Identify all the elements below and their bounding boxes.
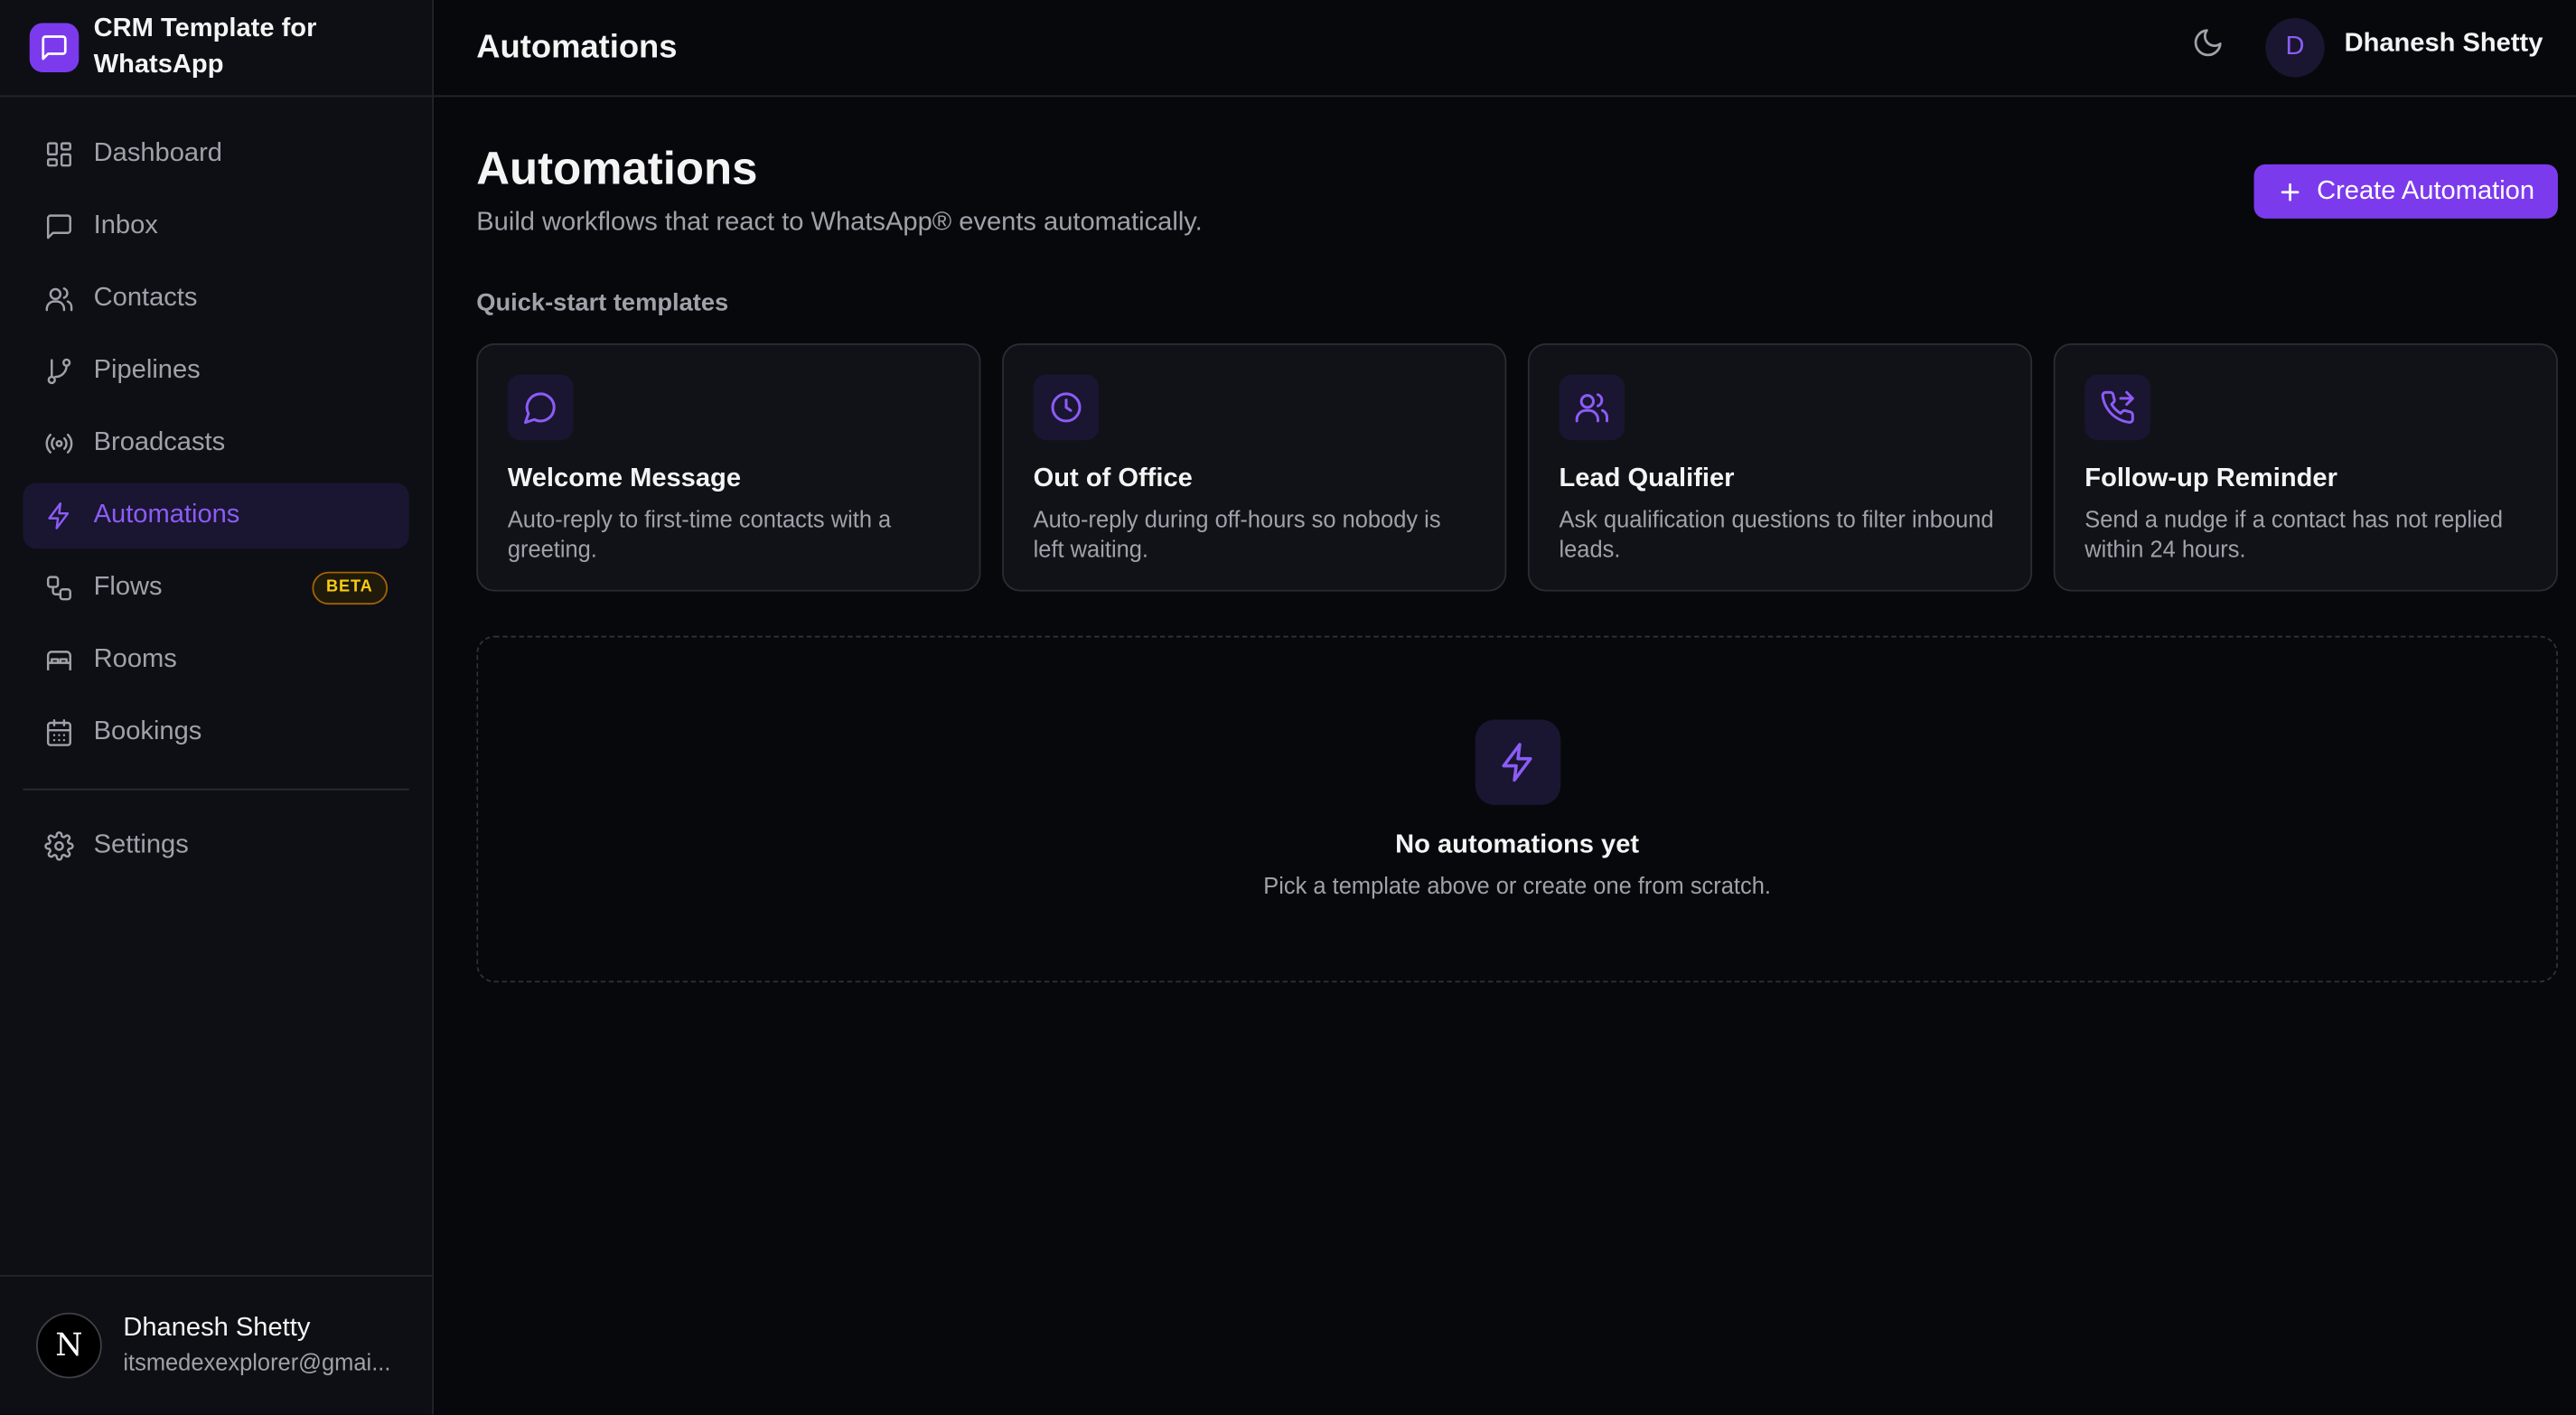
template-title: Follow-up Reminder <box>2084 464 2337 493</box>
sidebar-item-label: Broadcasts <box>93 428 226 457</box>
workflow-icon <box>44 574 74 604</box>
template-title: Lead Qualifier <box>1559 464 1735 493</box>
users-icon <box>1559 374 1625 441</box>
phone-forwarded-icon <box>2084 374 2151 441</box>
template-grid: Welcome Message Auto-reply to first-time… <box>476 343 2558 592</box>
user-info: Dhanesh Shetty itsmedexexplorer@gmai... <box>123 1313 394 1379</box>
sidebar-item-label: Contacts <box>93 284 198 313</box>
create-automation-button[interactable]: Create Automation <box>2253 164 2558 219</box>
template-title: Out of Office <box>1033 464 1193 493</box>
sidebar-item-label: Rooms <box>93 645 177 674</box>
sidebar-item-label: Dashboard <box>93 139 222 168</box>
template-card-follow-up-reminder[interactable]: Follow-up Reminder Send a nudge if a con… <box>2053 343 2558 592</box>
sidebar-item-label: Settings <box>93 831 189 859</box>
template-description: Ask qualification questions to filter in… <box>1559 506 1994 562</box>
header-title: Automations <box>476 28 678 65</box>
brand-name: CRM Template for WhatsApp <box>93 14 317 80</box>
user-name: Dhanesh Shetty <box>123 1314 311 1343</box>
empty-state-subtitle: Pick a template above or create one from… <box>1263 872 1771 899</box>
sidebar-item-label: Bookings <box>93 717 202 746</box>
beta-badge: BETA <box>311 571 389 605</box>
sidebar-user-profile[interactable]: N Dhanesh Shetty itsmedexexplorer@gmai..… <box>0 1274 433 1415</box>
template-card-out-of-office[interactable]: Out of Office Auto-reply during off-hour… <box>1002 343 1507 592</box>
zap-icon <box>44 501 74 531</box>
empty-state-title: No automations yet <box>1395 831 1640 859</box>
sidebar-item-automations[interactable]: Automations <box>23 483 409 549</box>
nav-divider <box>23 788 409 791</box>
sidebar-item-label: Flows <box>93 573 163 602</box>
sidebar-item-label: Inbox <box>93 211 158 240</box>
template-card-welcome-message[interactable]: Welcome Message Auto-reply to first-time… <box>476 343 981 592</box>
gear-icon <box>44 831 74 861</box>
avatar: N <box>36 1312 102 1379</box>
template-description: Send a nudge if a contact has not replie… <box>2084 506 2504 562</box>
sidebar-item-flows[interactable]: Flows BETA <box>23 556 408 622</box>
page-title: Automations <box>476 143 758 194</box>
sidebar-item-dashboard[interactable]: Dashboard <box>23 122 408 188</box>
top-header: Automations D Dhanesh Shetty <box>434 0 2576 98</box>
layout-grid-icon <box>44 140 74 170</box>
template-title: Welcome Message <box>507 464 742 493</box>
git-branch-icon <box>44 357 74 387</box>
template-description: Auto-reply during off-hours so nobody is… <box>1033 506 1441 562</box>
sidebar: CRM Template for WhatsApp Dashboard Inbo… <box>0 0 435 1415</box>
user-email: itsmedexexplorer@gmai... <box>123 1348 391 1375</box>
plus-icon <box>2277 178 2303 204</box>
sidebar-item-bookings[interactable]: Bookings <box>23 700 408 766</box>
sidebar-item-broadcasts[interactable]: Broadcasts <box>23 411 408 477</box>
sidebar-item-label: Automations <box>93 501 240 529</box>
page-subtitle: Build workflows that react to WhatsApp® … <box>476 208 1203 237</box>
message-square-icon <box>44 212 74 242</box>
clock-icon <box>1033 374 1100 441</box>
theme-toggle-button[interactable] <box>2188 26 2228 66</box>
section-label: Quick-start templates <box>476 289 729 317</box>
sidebar-item-inbox[interactable]: Inbox <box>23 194 408 260</box>
app-root: CRM Template for WhatsApp Dashboard Inbo… <box>0 0 2576 1415</box>
create-automation-label: Create Automation <box>2317 176 2535 205</box>
sidebar-item-contacts[interactable]: Contacts <box>23 267 408 333</box>
radio-icon <box>44 429 74 459</box>
message-square-icon <box>29 23 80 73</box>
moon-icon <box>2191 25 2224 66</box>
sidebar-item-settings[interactable]: Settings <box>23 813 408 879</box>
sidebar-nav: Dashboard Inbox Contacts Pipelines Broad… <box>0 97 432 878</box>
template-card-lead-qualifier[interactable]: Lead Qualifier Ask qualification questio… <box>1527 343 2033 592</box>
calendar-icon <box>44 718 74 748</box>
users-icon <box>44 285 74 314</box>
zap-icon <box>1475 719 1561 805</box>
sidebar-item-label: Pipelines <box>93 356 201 385</box>
template-description: Auto-reply to first-time contacts with a… <box>507 506 892 562</box>
header-avatar[interactable]: D <box>2265 18 2325 78</box>
message-circle-icon <box>507 374 574 441</box>
empty-state: No automations yet Pick a template above… <box>476 635 2558 983</box>
bed-icon <box>44 646 74 676</box>
sidebar-item-rooms[interactable]: Rooms <box>23 628 408 694</box>
brand[interactable]: CRM Template for WhatsApp <box>0 0 433 98</box>
header-user-name[interactable]: Dhanesh Shetty <box>2345 30 2543 60</box>
sidebar-item-pipelines[interactable]: Pipelines <box>23 339 408 405</box>
